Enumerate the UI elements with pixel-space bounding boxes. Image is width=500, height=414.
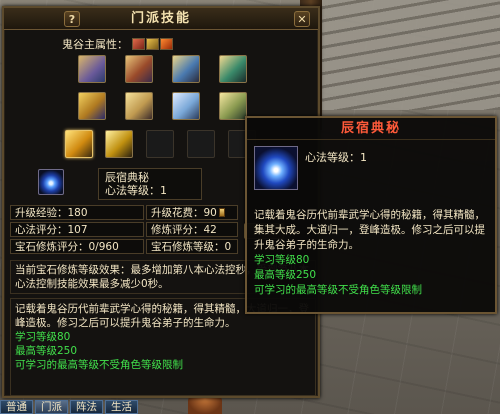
skill-book-2[interactable] — [125, 55, 153, 83]
skill-tooltip: 辰宿典秘 心法等级：1 记载着鬼谷历代前辈武学心得的秘籍，得其精髓，集其大成。大… — [245, 116, 497, 314]
skill-book-1[interactable] — [78, 55, 106, 83]
skill-book-6[interactable] — [125, 92, 153, 120]
fire-icon — [160, 38, 173, 50]
tooltip-learn-level: 学习等级80 — [254, 254, 310, 266]
tab-sect[interactable]: 门派 — [35, 400, 68, 414]
cultivation-score-cell: 修炼评分：42 — [146, 222, 238, 237]
learn-level-text: 学习等级80 — [15, 331, 71, 343]
skill-score-cell: 心法评分：107 — [10, 222, 144, 237]
panel-title: 门派技能 — [4, 8, 318, 30]
tooltip-title: 辰宿典秘 — [247, 118, 495, 140]
gem-score-cell: 宝石修炼评分：0/960 — [10, 239, 144, 254]
stone-stairs-background — [300, 0, 500, 110]
leaf-icon — [146, 38, 159, 50]
selected-skill-info: 辰宿典秘 心法等级：1 — [98, 168, 202, 200]
skill-book-5[interactable] — [78, 92, 106, 120]
vortex-skill-icon — [254, 146, 298, 190]
skill-book-3[interactable] — [172, 55, 200, 83]
attribute-icons — [132, 38, 173, 50]
skill-book-8[interactable] — [219, 92, 247, 120]
skill-book-7[interactable] — [172, 92, 200, 120]
skill-fist-2[interactable] — [105, 130, 133, 158]
close-button[interactable]: ✕ — [294, 11, 310, 27]
main-attribute-label: 鬼谷主属性： — [62, 38, 128, 51]
skill-book-4[interactable] — [219, 55, 247, 83]
upgrade-cost-label: 升级花费： — [151, 207, 204, 219]
upgrade-cost-value: 90 — [203, 207, 217, 219]
tab-normal[interactable]: 普通 — [0, 400, 33, 414]
tooltip-skill-level: 心法等级：1 — [305, 151, 367, 164]
selected-skill-name: 辰宿典秘 — [105, 171, 149, 184]
upgrade-cost-cell: 升级花费：90 — [146, 205, 238, 220]
tooltip-max-level: 最高等级250 — [254, 269, 317, 281]
tab-formation[interactable]: 阵法 — [70, 400, 103, 414]
empty-skill-slot-2[interactable] — [187, 130, 215, 158]
tab-life[interactable]: 生活 — [105, 400, 138, 414]
selected-skill-level: 心法等级：1 — [105, 184, 167, 197]
tooltip-level-limit-note: 可学习的最高等级不受角色等级限制 — [254, 284, 422, 296]
upgrade-exp-cell: 升级经验：180 — [10, 205, 144, 220]
max-level-text: 最高等级250 — [15, 345, 78, 357]
coin-icon — [218, 208, 225, 217]
tooltip-description-text: 记载着鬼谷历代前辈武学心得的秘籍，得其精髓，集其大成。大道归一，登峰造极。修习之… — [254, 209, 485, 251]
skill-fist-1[interactable] — [65, 130, 93, 158]
heart-icon — [132, 38, 145, 50]
main-attribute-row: 鬼谷主属性： — [62, 37, 173, 51]
help-button[interactable]: ? — [64, 11, 80, 27]
gem-level-cell: 宝石修炼等级：0 — [146, 239, 238, 254]
tooltip-description: 记载着鬼谷历代前辈武学心得的秘籍，得其精髓，集其大成。大道归一，登峰造极。修习之… — [254, 208, 492, 298]
level-limit-note: 可学习的最高等级不受角色等级限制 — [15, 359, 183, 371]
vortex-skill-icon — [38, 169, 64, 195]
empty-skill-slot-1[interactable] — [146, 130, 174, 158]
chat-channel-tabs: 普通 门派 阵法 生活 — [0, 400, 138, 414]
